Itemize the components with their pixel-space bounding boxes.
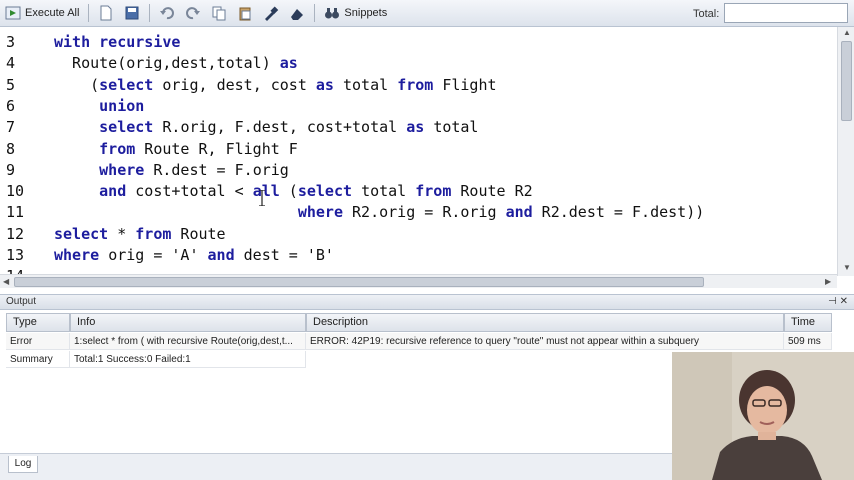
redo-icon — [186, 7, 201, 20]
line-number: 7 — [6, 118, 16, 137]
output-panel-header: Output ⊣ ✕ — [0, 294, 854, 310]
scroll-up-icon[interactable]: ▲ — [843, 28, 851, 37]
code-line[interactable]: 9 where R.dest = F.orig — [0, 160, 820, 181]
code-text: from Route R, Flight F — [99, 139, 298, 158]
cell-description: ERROR: 42P19: recursive reference to que… — [306, 333, 784, 350]
code-text: where R2.orig = R.orig and R2.dest = F.d… — [297, 203, 705, 222]
code-line[interactable]: 10 and cost+total < all (select total fr… — [0, 181, 820, 202]
code-text: Route(orig,dest,total) as — [54, 54, 298, 73]
vertical-scrollbar[interactable]: ▲ ▼ — [837, 27, 854, 276]
line-number: 13 — [6, 246, 25, 264]
snippets-label: Snippets — [344, 7, 388, 19]
snippets-button[interactable]: Snippets — [319, 2, 392, 24]
undo-button[interactable] — [154, 2, 180, 24]
execute-all-label: Execute All — [25, 7, 80, 19]
redo-button[interactable] — [180, 2, 206, 24]
line-number: 6 — [6, 96, 16, 115]
cell-info: Total:1 Success:0 Failed:1 — [70, 351, 306, 368]
horizontal-scroll-thumb[interactable] — [14, 277, 704, 287]
toolbar: Execute All Snippets Total: — [0, 0, 854, 27]
code-text: with recursive — [54, 33, 181, 51]
save-button[interactable] — [119, 2, 145, 24]
toolbar-separator — [88, 4, 90, 22]
horizontal-scrollbar[interactable]: ◀ ▶ — [0, 274, 837, 288]
scroll-down-icon[interactable]: ▼ — [843, 263, 851, 272]
line-number: 5 — [6, 75, 16, 94]
copy-button[interactable] — [206, 2, 232, 24]
binoculars-icon — [325, 8, 340, 19]
column-header-description[interactable]: Description — [306, 313, 784, 332]
cell-type: Summary — [6, 351, 70, 368]
column-header-info[interactable]: Info — [70, 313, 306, 332]
copy-icon — [212, 6, 226, 21]
sql-editor[interactable]: 3 with recursive 4 Route(orig,dest,total) … — [0, 27, 854, 288]
paste-button[interactable] — [232, 2, 258, 24]
code-line[interactable]: 8 from Route R, Flight F — [0, 139, 820, 160]
format-button[interactable] — [258, 2, 284, 24]
vertical-scroll-thumb[interactable] — [841, 41, 852, 121]
cell-type: Error — [6, 333, 70, 350]
line-number: 11 — [6, 203, 25, 222]
line-number: 9 — [6, 160, 16, 179]
code-text: where orig = 'A' and dest = 'B' — [54, 246, 334, 264]
execute-icon — [5, 6, 21, 20]
code-text: and cost+total < all (select total from … — [99, 182, 533, 201]
line-number: 8 — [6, 139, 16, 158]
eraser-icon — [291, 9, 304, 20]
code-line[interactable]: 7 select R.orig, F.dest, cost+total as t… — [0, 117, 820, 138]
total-field[interactable] — [724, 3, 848, 23]
code-line[interactable]: 4 Route(orig,dest,total) as — [0, 53, 820, 74]
execute-all-button[interactable]: Execute All — [0, 2, 84, 24]
code-text: where R.dest = F.orig — [99, 160, 289, 179]
toolbar-separator — [149, 4, 151, 22]
column-header-time[interactable]: Time — [784, 313, 832, 332]
code-line[interactable]: 13 where orig = 'A' and dest = 'B' — [0, 245, 820, 266]
code-line[interactable]: 3 with recursive — [0, 32, 820, 53]
cell-info: 1:select * from ( with recursive Route(o… — [70, 333, 306, 350]
code-text: (select orig, dest, cost as total from F… — [54, 75, 497, 94]
output-title: Output — [6, 296, 37, 307]
webcam-video — [672, 352, 854, 480]
undo-icon — [160, 7, 175, 20]
clear-button[interactable] — [284, 2, 310, 24]
cell-time: 509 ms — [784, 333, 832, 350]
column-header-type[interactable]: Type — [6, 313, 70, 332]
brush-icon — [265, 6, 279, 21]
code-text: select R.orig, F.dest, cost+total as tot… — [99, 118, 479, 137]
scroll-left-icon[interactable]: ◀ — [3, 277, 9, 286]
total-label: Total: — [693, 8, 720, 20]
line-number: 10 — [6, 182, 25, 201]
new-button[interactable] — [93, 2, 119, 24]
code-text: union — [99, 96, 145, 115]
new-document-icon — [100, 5, 112, 21]
pin-icon[interactable]: ⊣ ✕ — [828, 295, 848, 309]
code-line[interactable]: 12 select * from Route — [0, 224, 820, 245]
save-icon — [125, 6, 139, 20]
code-text: select * from Route — [54, 224, 226, 243]
paste-icon — [239, 7, 251, 21]
line-number: 12 — [6, 224, 25, 243]
line-number: 3 — [6, 33, 16, 51]
text-cursor-icon — [259, 190, 265, 206]
toolbar-separator — [314, 4, 316, 22]
code-area[interactable]: 3 with recursive 4 Route(orig,dest,total) … — [0, 27, 820, 276]
tab-log[interactable]: Log — [8, 456, 38, 473]
line-number: 4 — [6, 54, 16, 73]
code-line[interactable]: 5 (select orig, dest, cost as total from… — [0, 75, 820, 96]
code-line[interactable]: 11 where R2.orig = R.orig and R2.dest = … — [0, 202, 820, 223]
code-line[interactable]: 6 union — [0, 96, 820, 117]
presenter-image — [672, 352, 854, 480]
scroll-right-icon[interactable]: ▶ — [825, 277, 831, 286]
